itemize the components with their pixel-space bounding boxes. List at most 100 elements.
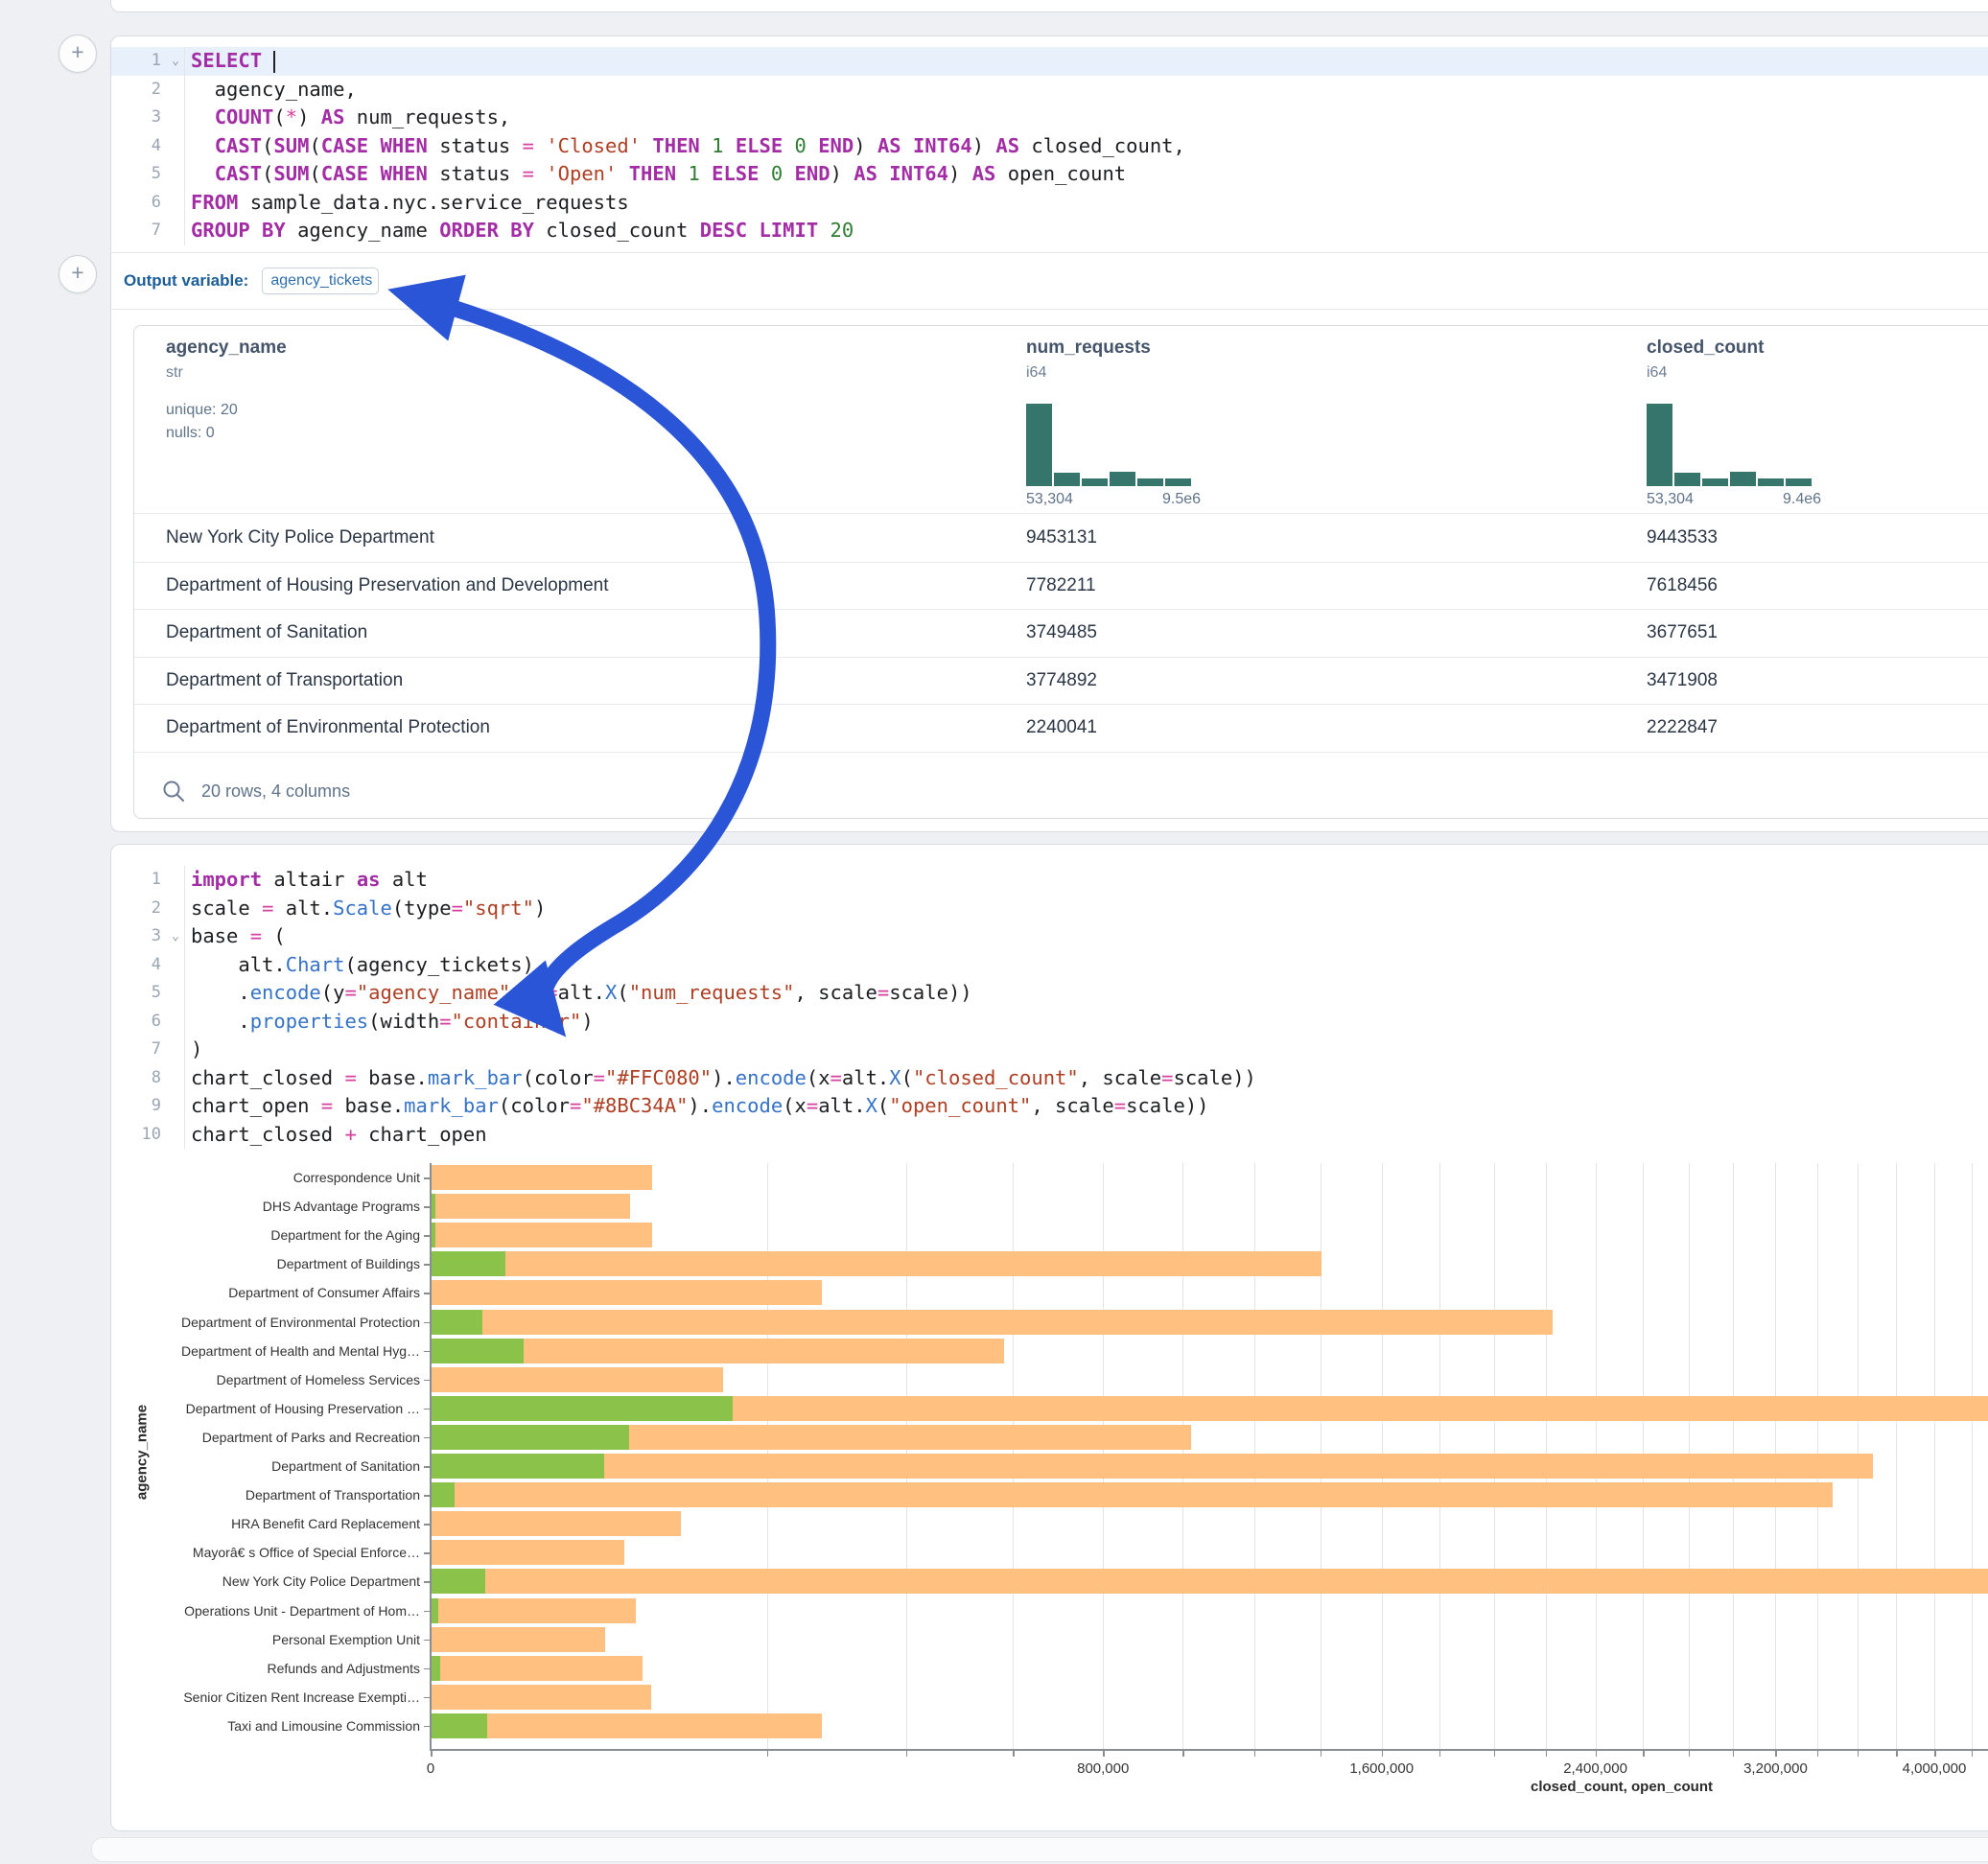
closed-count-bar[interactable] (432, 1656, 643, 1681)
open-count-bar[interactable] (432, 1194, 435, 1219)
cell-num-requests: 3749485 (1026, 622, 1097, 643)
code-line[interactable]: 4 CAST(SUM(CASE WHEN status = 'Closed' T… (111, 132, 1988, 161)
x-axis-tick-label: 3,200,000 (1743, 1760, 1808, 1777)
code-line[interactable]: 1⌄SELECT (111, 47, 1988, 76)
closed-count-bar[interactable] (432, 1627, 605, 1652)
closed-count-bar[interactable] (432, 1280, 822, 1305)
code-line[interactable]: 6FROM sample_data.nyc.service_requests (111, 189, 1988, 218)
closed-count-bar[interactable] (432, 1685, 651, 1710)
code-line[interactable]: 9 chart_open = base.mark_bar(color="#8BC3… (111, 1092, 1988, 1121)
closed-count-bar[interactable] (432, 1598, 636, 1623)
line-number: 6 (111, 189, 167, 218)
open-count-bar[interactable] (432, 1598, 438, 1623)
open-count-bar[interactable] (432, 1656, 440, 1681)
table-row[interactable]: Department of Transportation377489234719… (134, 657, 1988, 706)
fold-arrow-icon[interactable]: ⌄ (167, 47, 184, 76)
histogram-min-label: 53,304 (1026, 491, 1073, 508)
y-axis-label: Department of Buildings (132, 1256, 420, 1271)
open-count-bar[interactable] (432, 1454, 604, 1479)
code-text: alt.Chart(agency_tickets) (184, 951, 1988, 980)
gridline (1972, 1163, 1973, 1750)
cell-agency-name: Department of Transportation (166, 670, 403, 691)
column-header-agency-name[interactable]: agency_name (166, 338, 287, 359)
closed-count-bar[interactable] (432, 1713, 822, 1738)
y-axis-label: Department of Sanitation (132, 1458, 420, 1474)
cell-num-requests: 7782211 (1026, 575, 1096, 596)
x-axis-tick (1013, 1751, 1015, 1757)
open-count-bar[interactable] (432, 1482, 455, 1507)
output-variable-row: Output variable: agency_tickets (111, 252, 1988, 310)
row-count-text: 20 rows, 4 columns (201, 781, 350, 802)
table-row[interactable]: New York City Police Department945313194… (134, 514, 1988, 563)
python-editor[interactable]: 1import altair as alt2scale = alt.Scale(… (111, 845, 1988, 1149)
code-line[interactable]: 6 .properties(width="container") (111, 1008, 1988, 1037)
code-text: chart_open = base.mark_bar(color="#8BC34… (184, 1092, 1988, 1121)
x-axis-title: closed_count, open_count (431, 1779, 1988, 1795)
x-axis-tick-label: 800,000 (1077, 1760, 1129, 1777)
altair-chart: agency_name Correspondence UnitDHS Advan… (111, 1161, 1988, 1823)
code-line[interactable]: 3⌄base = ( (111, 922, 1988, 951)
x-axis-tick-label: 0 (427, 1760, 434, 1777)
search-icon[interactable] (161, 779, 186, 804)
code-line[interactable]: 5 CAST(SUM(CASE WHEN status = 'Open' THE… (111, 160, 1988, 189)
add-cell-button-top[interactable]: + (58, 35, 97, 73)
closed-count-bar[interactable] (432, 1540, 624, 1565)
closed-count-bar[interactable] (432, 1310, 1553, 1335)
open-count-bar[interactable] (432, 1339, 524, 1363)
histogram-num-requests (1026, 404, 1191, 486)
histogram-bin (1165, 478, 1191, 486)
code-line[interactable]: 10chart_closed + chart_open (111, 1121, 1988, 1150)
code-line[interactable]: 2 agency_name, (111, 76, 1988, 105)
closed-count-bar[interactable] (432, 1511, 681, 1536)
cell-num-requests: 3774892 (1026, 670, 1097, 691)
open-count-bar[interactable] (432, 1223, 435, 1247)
closed-count-bar[interactable] (432, 1194, 630, 1219)
code-line[interactable]: 5 .encode(y="agency_name", x=alt.X("num_… (111, 979, 1988, 1008)
histogram-bin (1674, 473, 1700, 486)
y-axis-label: Refunds and Adjustments (132, 1661, 420, 1676)
open-count-bar[interactable] (432, 1310, 482, 1335)
open-count-bar[interactable] (432, 1251, 505, 1276)
column-type-agency-name: str (166, 364, 287, 382)
y-axis-label: Correspondence Unit (132, 1170, 420, 1185)
x-axis-tick-label: 4,000,000 (1903, 1760, 1967, 1777)
python-cell-card: 1import altair as alt2scale = alt.Scale(… (110, 844, 1988, 1831)
column-header-num-requests[interactable]: num_requests (1026, 338, 1151, 359)
add-cell-button-middle[interactable]: + (58, 255, 97, 293)
output-variable-chip[interactable]: agency_tickets (262, 268, 379, 294)
table-row[interactable]: Department of Environmental Protection22… (134, 704, 1988, 753)
horizontal-scrollbar[interactable] (91, 1837, 1988, 1862)
open-count-bar[interactable] (432, 1569, 485, 1594)
closed-count-bar[interactable] (432, 1367, 723, 1392)
line-number: 7 (111, 1036, 167, 1064)
closed-count-bar[interactable] (432, 1251, 1321, 1276)
code-text: CAST(SUM(CASE WHEN status = 'Closed' THE… (184, 132, 1988, 161)
x-axis-line (430, 1749, 1988, 1751)
fold-arrow-icon[interactable]: ⌄ (167, 922, 184, 951)
table-row[interactable]: Department of Sanitation37494853677651 (134, 609, 1988, 658)
closed-count-bar[interactable] (432, 1165, 652, 1190)
results-table-card: agency_name str unique: 20 nulls: 0 num_… (133, 325, 1988, 819)
code-line[interactable]: 8chart_closed = base.mark_bar(color="#FF… (111, 1064, 1988, 1093)
code-line[interactable]: 1import altair as alt (111, 866, 1988, 895)
closed-count-bar[interactable] (432, 1569, 1988, 1594)
open-count-bar[interactable] (432, 1713, 487, 1738)
x-axis-tick (1382, 1751, 1384, 1757)
sql-editor[interactable]: 1⌄SELECT 2 agency_name,3 COUNT(*) AS num… (111, 36, 1988, 245)
closed-count-bar[interactable] (432, 1482, 1833, 1507)
code-line[interactable]: 3 COUNT(*) AS num_requests, (111, 104, 1988, 132)
histogram-max-label: 9.5e6 (1162, 491, 1201, 508)
code-line[interactable]: 4 alt.Chart(agency_tickets) (111, 951, 1988, 980)
line-number: 9 (111, 1092, 167, 1121)
code-line[interactable]: 2scale = alt.Scale(type="sqrt") (111, 895, 1988, 923)
table-row[interactable]: Department of Housing Preservation and D… (134, 562, 1988, 611)
cell-closed-count: 7618456 (1647, 575, 1718, 596)
closed-count-bar[interactable] (432, 1454, 1873, 1479)
code-line[interactable]: 7GROUP BY agency_name ORDER BY closed_co… (111, 217, 1988, 245)
x-axis-tick (1817, 1751, 1819, 1757)
closed-count-bar[interactable] (432, 1223, 652, 1247)
code-line[interactable]: 7) (111, 1036, 1988, 1064)
column-header-closed-count[interactable]: closed_count (1647, 338, 1764, 359)
open-count-bar[interactable] (432, 1396, 733, 1421)
open-count-bar[interactable] (432, 1425, 629, 1450)
